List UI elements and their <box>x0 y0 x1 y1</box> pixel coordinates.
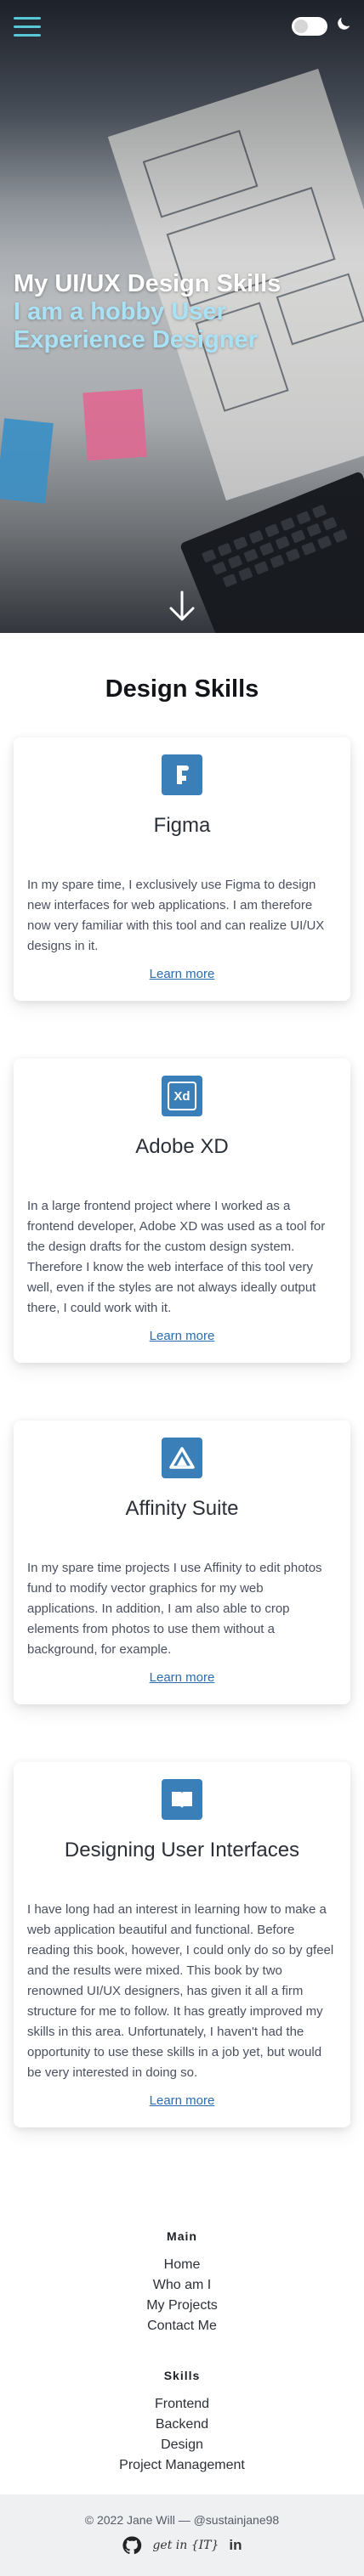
footer-skills-heading: Skills <box>163 2369 201 2382</box>
footer-link-home[interactable]: Home <box>0 2255 364 2275</box>
skill-card-title: Adobe XD <box>135 1135 229 1158</box>
footer-link-contact-me[interactable]: Contact Me <box>0 2316 364 2336</box>
toggle-icon[interactable] <box>292 17 327 36</box>
footer-link-backend[interactable]: Backend <box>0 2415 364 2435</box>
learn-more-link[interactable]: Learn more <box>150 1329 215 1343</box>
footer-skills-links: Frontend Backend Design Project Manageme… <box>0 2394 364 2476</box>
footer-nav: Main Home Who am I My Projects Contact M… <box>0 2185 364 2476</box>
copyright-text: © 2022 Jane Will — @sustainjane98 <box>84 2513 280 2527</box>
skill-card-text: In a large frontend project where I work… <box>27 1199 326 1315</box>
skill-card-adobe-xd: Xd Adobe XD In a large frontend project … <box>14 1059 350 1363</box>
hamburger-icon[interactable] <box>14 17 41 39</box>
footer-link-design[interactable]: Design <box>0 2435 364 2455</box>
skill-card-title: Affinity Suite <box>125 1497 239 1520</box>
hero-subtitle: I am a hobby User Experience Designer <box>14 298 258 353</box>
learn-more-link[interactable]: Learn more <box>150 967 215 981</box>
toggle-knob <box>294 20 308 33</box>
affinity-icon <box>162 1438 202 1478</box>
skill-card-designing-ui: Designing User Interfaces I have long ha… <box>14 1762 350 2127</box>
skill-card-title: Figma <box>153 814 211 837</box>
footer-main-links: Home Who am I My Projects Contact Me <box>0 2255 364 2336</box>
hero-section: My UI/UX Design Skills I am a hobby User… <box>0 0 364 633</box>
footer-link-frontend[interactable]: Frontend <box>0 2394 364 2415</box>
skill-card-figma: Figma In my spare time, I exclusively us… <box>14 737 350 1001</box>
skill-card-text: I have long had an interest in learning … <box>27 1902 334 2080</box>
footer-bottom-bar: © 2022 Jane Will — @sustainjane98 get in… <box>0 2494 364 2576</box>
hero-heading: My UI/UX Design Skills I am a hobby User… <box>14 270 354 354</box>
skill-card-affinity: Affinity Suite In my spare time projects… <box>14 1421 350 1704</box>
skill-card-text: In my spare time projects I use Affinity… <box>27 1561 322 1657</box>
figma-icon <box>162 754 202 795</box>
skills-title: Design Skills <box>105 675 259 703</box>
footer-link-my-projects[interactable]: My Projects <box>0 2296 364 2316</box>
github-icon[interactable] <box>122 2535 142 2556</box>
skill-card-text: In my spare time, I exclusively use Figm… <box>27 878 325 953</box>
arrow-down-icon[interactable] <box>168 590 196 623</box>
footer-main-heading: Main <box>167 2229 197 2243</box>
moon-icon[interactable] <box>334 14 353 33</box>
learn-more-link[interactable]: Learn more <box>150 2093 215 2108</box>
adobe-xd-icon: Xd <box>162 1076 202 1116</box>
book-icon <box>162 1779 202 1820</box>
hero-title: My UI/UX Design Skills <box>14 270 282 297</box>
footer-link-project-management[interactable]: Project Management <box>0 2455 364 2476</box>
adobe-xd-icon-text: Xd <box>168 1082 196 1110</box>
learn-more-link[interactable]: Learn more <box>150 1670 215 1685</box>
skill-card-title: Designing User Interfaces <box>64 1839 300 1861</box>
getinit-link[interactable]: get in {IT} <box>152 2539 219 2552</box>
social-links: get in {IT} in <box>0 2535 364 2556</box>
linkedin-icon[interactable]: in <box>229 2537 242 2554</box>
footer-link-who-am-i[interactable]: Who am I <box>0 2275 364 2296</box>
